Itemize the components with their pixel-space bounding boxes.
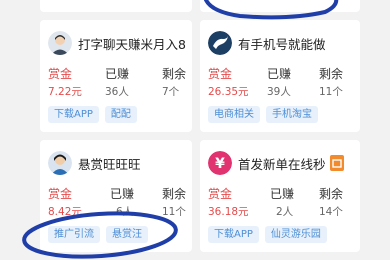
hot-badge-icon bbox=[329, 155, 344, 171]
task-title: 打字聊天赚米月入8... bbox=[78, 36, 186, 52]
task-tag[interactable]: 下载APP bbox=[48, 106, 99, 123]
task-card[interactable]: ¥ 首发新单在线秒 赏金 36.18元 已赚 2人 剩余 14个 下载APP 仙… bbox=[200, 140, 360, 252]
reward-label: 赏金 bbox=[48, 67, 73, 81]
earned-stat: 已赚 2人 bbox=[270, 186, 316, 220]
earned-label: 已赚 bbox=[105, 67, 130, 81]
task-tag[interactable]: 电商相关 bbox=[208, 106, 260, 123]
remain-label: 剩余 bbox=[319, 67, 344, 81]
task-tag[interactable]: 下载APP bbox=[208, 226, 259, 243]
task-tag[interactable]: 推广引流 bbox=[48, 226, 100, 243]
task-tag[interactable]: 配配 bbox=[104, 106, 137, 123]
reward-stat: 赏金 7.22元 bbox=[48, 66, 94, 100]
earned-stat: 已赚 36人 bbox=[105, 66, 151, 100]
task-card-header: 有手机号就能做 bbox=[208, 30, 354, 56]
task-card-partial[interactable] bbox=[40, 0, 192, 12]
task-card-header: ¥ 首发新单在线秒 bbox=[208, 150, 354, 176]
reward-stat: 赏金 36.18元 bbox=[208, 186, 254, 220]
reward-stat: 赏金 8.42元 bbox=[48, 186, 94, 220]
reward-label: 赏金 bbox=[208, 67, 233, 81]
bird-logo-avatar bbox=[208, 31, 232, 55]
person-avatar bbox=[48, 31, 72, 55]
earned-label: 已赚 bbox=[110, 187, 135, 201]
task-card[interactable]: 打字聊天赚米月入8... 赏金 7.22元 已赚 36人 剩余 7个 下载APP… bbox=[40, 20, 192, 132]
earned-label: 已赚 bbox=[270, 187, 295, 201]
task-card-header: 悬赏旺旺旺 bbox=[48, 150, 186, 176]
task-tags: 推广引流 悬赏汪 bbox=[48, 226, 154, 244]
remain-label: 剩余 bbox=[319, 187, 344, 201]
task-tag[interactable]: 悬赏汪 bbox=[106, 226, 148, 243]
task-stats: 赏金 7.22元 已赚 36人 剩余 7个 bbox=[48, 66, 186, 102]
reward-label: 赏金 bbox=[48, 187, 73, 201]
reward-label: 赏金 bbox=[208, 187, 233, 201]
task-stats: 赏金 36.18元 已赚 2人 剩余 14个 bbox=[208, 186, 352, 222]
task-card[interactable]: 有手机号就能做 赏金 26.35元 已赚 39人 剩余 11个 电商相关 手机淘… bbox=[200, 20, 360, 132]
reward-value: 8.42元 bbox=[48, 206, 82, 218]
earned-value: 2人 bbox=[276, 206, 294, 218]
earned-value: 6人 bbox=[116, 206, 134, 218]
task-card-partial[interactable] bbox=[200, 0, 360, 12]
remain-stat: 剩余 14个 bbox=[319, 186, 365, 220]
reward-value: 26.35元 bbox=[208, 86, 249, 98]
earned-stat: 已赚 6人 bbox=[110, 186, 156, 220]
remain-value: 11个 bbox=[319, 86, 343, 98]
task-title: 悬赏旺旺旺 bbox=[78, 156, 141, 172]
remain-value: 14个 bbox=[319, 206, 343, 218]
task-stats: 赏金 26.35元 已赚 39人 剩余 11个 bbox=[208, 66, 352, 102]
task-title: 首发新单在线秒 bbox=[238, 156, 326, 172]
task-title: 有手机号就能做 bbox=[238, 36, 326, 52]
task-tag[interactable]: 手机淘宝 bbox=[266, 106, 318, 123]
task-card-header: 打字聊天赚米月入8... bbox=[48, 30, 186, 56]
reward-value: 36.18元 bbox=[208, 206, 249, 218]
task-tags: 下载APP 仙灵游乐园 bbox=[208, 226, 333, 244]
earned-value: 39人 bbox=[267, 86, 291, 98]
task-tag[interactable]: 仙灵游乐园 bbox=[264, 226, 327, 243]
task-grid: 打字聊天赚米月入8... 赏金 7.22元 已赚 36人 剩余 7个 下载APP… bbox=[0, 0, 390, 260]
earned-stat: 已赚 39人 bbox=[267, 66, 313, 100]
person-avatar bbox=[48, 151, 72, 175]
reward-value: 7.22元 bbox=[48, 86, 82, 98]
earned-value: 36人 bbox=[105, 86, 129, 98]
svg-text:¥: ¥ bbox=[215, 156, 225, 172]
task-stats: 赏金 8.42元 已赚 6人 剩余 11个 bbox=[48, 186, 186, 222]
yen-avatar: ¥ bbox=[208, 151, 232, 175]
remain-stat: 剩余 11个 bbox=[319, 66, 365, 100]
task-tags: 电商相关 手机淘宝 bbox=[208, 106, 324, 124]
task-tags: 下载APP 配配 bbox=[48, 106, 143, 124]
task-card[interactable]: 悬赏旺旺旺 赏金 8.42元 已赚 6人 剩余 11个 推广引流 悬赏汪 bbox=[40, 140, 192, 252]
reward-stat: 赏金 26.35元 bbox=[208, 66, 254, 100]
earned-label: 已赚 bbox=[267, 67, 292, 81]
